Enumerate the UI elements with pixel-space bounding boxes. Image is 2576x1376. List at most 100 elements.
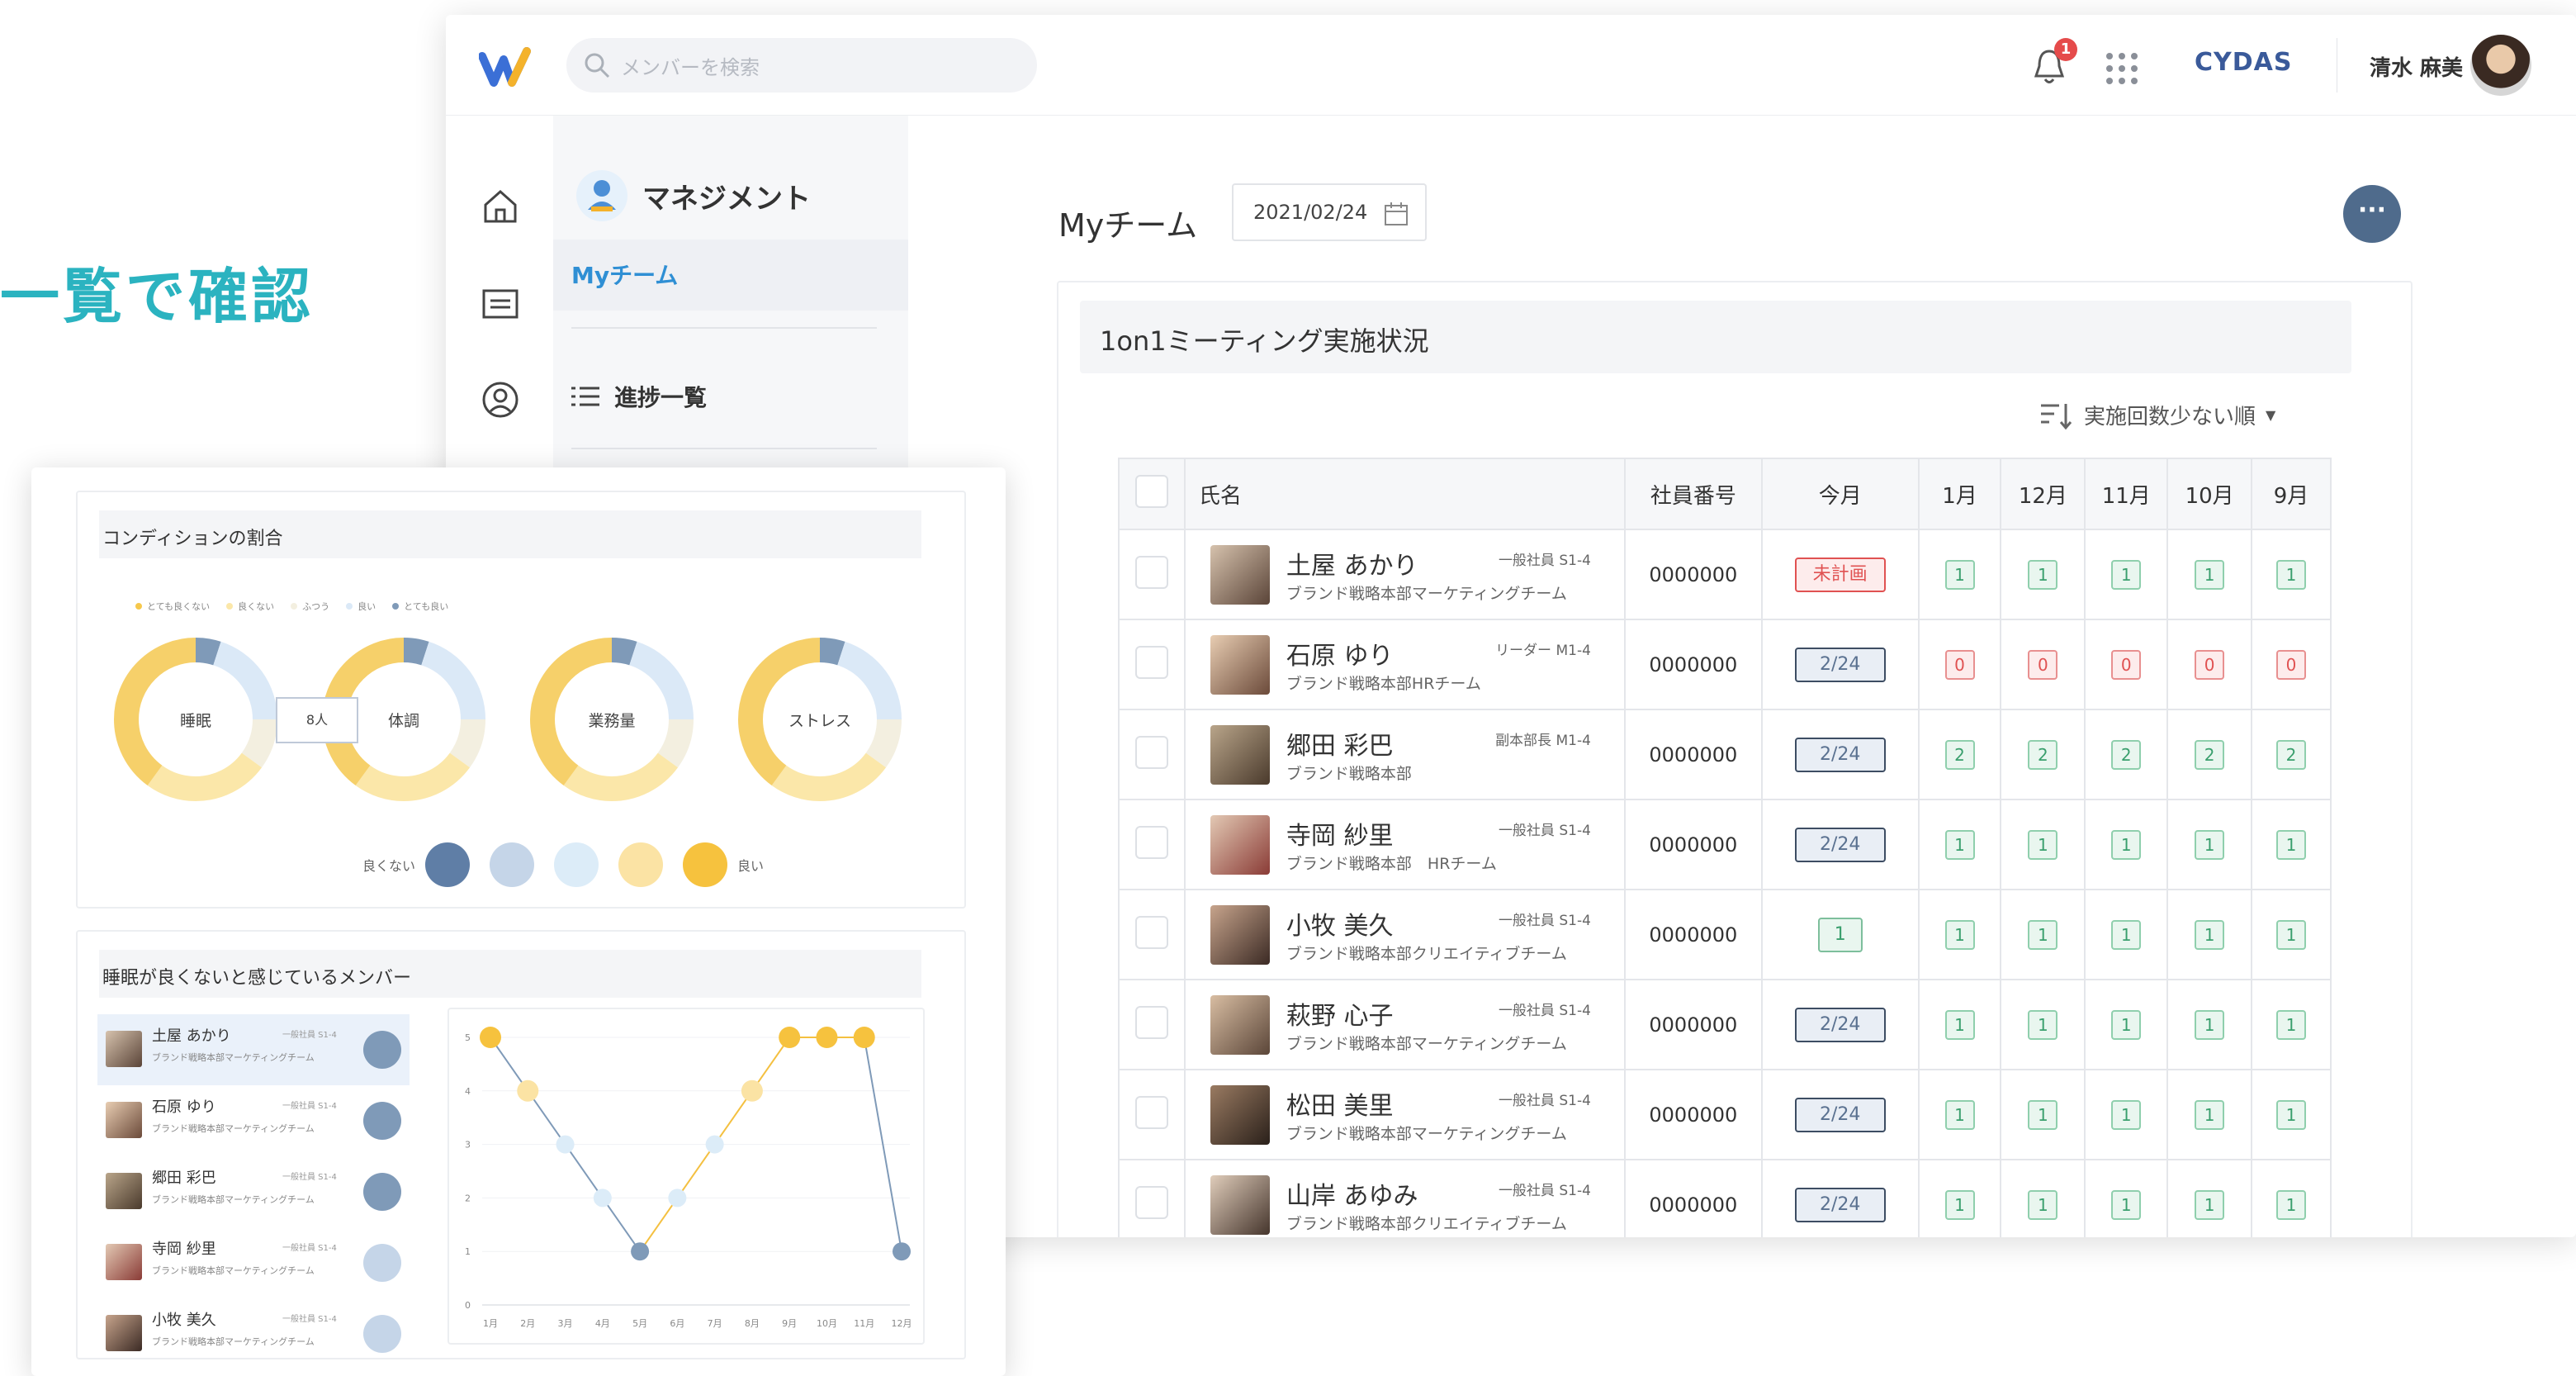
month-count[interactable]: 1 [2195,1189,2225,1220]
app-logo[interactable] [479,41,537,91]
month-count-cell[interactable]: 2 [1917,709,2002,800]
month-count-cell[interactable]: 1 [1917,979,2002,1070]
nav-item-progress[interactable]: 進捗一覧 [571,380,707,413]
row-select[interactable] [1118,1159,1186,1237]
month-count-cell[interactable]: 0 [2251,619,2332,710]
month-count-cell[interactable]: 1 [2000,979,2086,1070]
month-count-cell[interactable]: 2 [2000,709,2086,800]
month-count-cell[interactable]: 1 [1917,1069,2002,1160]
month-count-cell[interactable]: 2 [2251,709,2332,800]
column-header[interactable]: 10月 [2166,458,2253,530]
month-count-cell[interactable]: 1 [2084,799,2169,890]
row-checkbox[interactable] [1134,1185,1168,1219]
name-cell[interactable]: 土屋 あかり ブランド戦略本部マーケティングチーム 一般社員 S1-4 [1183,529,1626,620]
this-month-status[interactable]: 1 [1817,917,1863,952]
month-count[interactable]: 1 [2111,919,2142,950]
data-point[interactable] [705,1135,724,1154]
month-count-cell[interactable]: 1 [2251,529,2332,620]
table-row[interactable]: 土屋 あかり ブランド戦略本部マーケティングチーム 一般社員 S1-4 0000… [1118,529,2332,620]
this-month-status[interactable]: 未計画 [1794,557,1886,592]
table-row[interactable]: 萩野 心子 ブランド戦略本部マーケティングチーム 一般社員 S1-4 00000… [1118,979,2332,1070]
month-count[interactable]: 2 [2276,739,2307,770]
month-count-cell[interactable]: 1 [2166,799,2253,890]
month-count[interactable]: 1 [2195,559,2225,590]
month-count[interactable]: 1 [2195,829,2225,860]
member-name[interactable]: 小牧 美久 [1286,905,1394,942]
list-item[interactable]: 寺岡 紗里 一般社員 S1-4 ブランド戦略本部マーケティングチーム [97,1227,410,1298]
row-checkbox[interactable] [1134,555,1168,589]
name-cell[interactable]: 郷田 彩巴 ブランド戦略本部 副本部長 M1-4 [1183,709,1626,800]
month-count-cell[interactable]: 1 [2084,1069,2169,1160]
header-select-all[interactable] [1118,458,1186,530]
month-count-cell[interactable]: 1 [1917,799,2002,890]
month-count[interactable]: 1 [2111,1009,2142,1040]
month-count-cell[interactable]: 1 [2166,529,2253,620]
month-count[interactable]: 2 [1944,739,1975,770]
brand-logo[interactable]: CYDAS [2195,48,2292,77]
month-count[interactable]: 2 [2111,739,2142,770]
data-point[interactable] [668,1189,687,1208]
month-count-cell[interactable]: 1 [2251,889,2332,980]
table-row[interactable]: 郷田 彩巴 ブランド戦略本部 副本部長 M1-4 0000000 2/24 2 2 2 2… [1118,709,2332,800]
month-count[interactable]: 1 [1944,559,1975,590]
month-count-cell[interactable]: 1 [2084,529,2169,620]
sort-dropdown[interactable]: 実施回数少ない順 ▼ [2039,400,2275,430]
month-count-cell[interactable]: 1 [2166,979,2253,1070]
member-name[interactable]: 寺岡 紗里 [1286,815,1394,852]
name-cell[interactable]: 石原 ゆり ブランド戦略本部HRチーム リーダー M1-4 [1183,619,1626,710]
nav-section-title[interactable]: マネジメント [576,170,811,221]
list-item[interactable]: 小牧 美久 一般社員 S1-4 ブランド戦略本部マーケティングチーム [97,1298,410,1369]
this-month-status[interactable]: 2/24 [1794,827,1886,862]
month-count-cell[interactable]: 1 [2251,1159,2332,1237]
this-month-cell[interactable]: 未計画 [1760,529,1920,620]
user-icon[interactable] [477,377,523,423]
month-count-cell[interactable]: 1 [1917,1159,2002,1237]
month-count[interactable]: 1 [1944,829,1975,860]
month-count[interactable]: 1 [2195,919,2225,950]
column-header[interactable]: 9月 [2251,458,2332,530]
month-count[interactable]: 2 [2195,739,2225,770]
row-select[interactable] [1118,799,1186,890]
this-month-cell[interactable]: 2/24 [1760,619,1920,710]
month-count-cell[interactable]: 0 [1917,619,2002,710]
month-count-cell[interactable]: 0 [2166,619,2253,710]
this-month-status[interactable]: 2/24 [1794,647,1886,682]
month-count[interactable]: 0 [2195,649,2225,680]
list-item[interactable]: 郷田 彩巴 一般社員 S1-4 ブランド戦略本部マーケティングチーム [97,1156,410,1227]
month-count-cell[interactable]: 1 [2000,1069,2086,1160]
month-count[interactable]: 1 [1944,1099,1975,1130]
month-count[interactable]: 1 [2276,1189,2307,1220]
this-month-cell[interactable]: 2/24 [1760,1159,1920,1237]
data-point[interactable] [893,1242,911,1261]
column-header[interactable]: 1月 [1917,458,2002,530]
this-month-cell[interactable]: 2/24 [1760,979,1920,1070]
list-item[interactable]: 石原 ゆり 一般社員 S1-4 ブランド戦略本部マーケティングチーム [97,1085,410,1156]
column-header[interactable]: 氏名 [1183,458,1626,530]
month-count[interactable]: 1 [2276,829,2307,860]
column-header[interactable]: 12月 [2000,458,2086,530]
month-count-cell[interactable]: 1 [2251,799,2332,890]
month-count-cell[interactable]: 1 [2000,799,2086,890]
this-month-cell[interactable]: 1 [1760,889,1920,980]
member-name[interactable]: 郷田 彩巴 [1286,725,1394,762]
month-count[interactable]: 1 [1944,1189,1975,1220]
row-checkbox[interactable] [1134,825,1168,859]
month-count[interactable]: 1 [2111,1099,2142,1130]
month-count[interactable]: 1 [2028,1009,2058,1040]
data-point[interactable] [480,1027,501,1048]
month-count[interactable]: 1 [2195,1009,2225,1040]
table-row[interactable]: 松田 美里 ブランド戦略本部マーケティングチーム 一般社員 S1-4 00000… [1118,1069,2332,1160]
month-count[interactable]: 1 [2195,1099,2225,1130]
month-count[interactable]: 1 [2028,1189,2058,1220]
table-row[interactable]: 寺岡 紗里 ブランド戦略本部 HRチーム 一般社員 S1-4 0000000 2/… [1118,799,2332,890]
this-month-status[interactable]: 2/24 [1794,1007,1886,1042]
app-grid-icon[interactable] [2101,48,2139,86]
month-count-cell[interactable]: 2 [2166,709,2253,800]
member-name[interactable]: 土屋 あかり [1286,545,1418,581]
row-select[interactable] [1118,619,1186,710]
this-month-status[interactable]: 2/24 [1794,737,1886,772]
member-name[interactable]: 松田 美里 [1286,1085,1394,1122]
user-name[interactable]: 清水 麻美 [2370,51,2463,82]
name-cell[interactable]: 小牧 美久 ブランド戦略本部クリエイティブチーム 一般社員 S1-4 [1183,889,1626,980]
month-count-cell[interactable]: 1 [2000,889,2086,980]
